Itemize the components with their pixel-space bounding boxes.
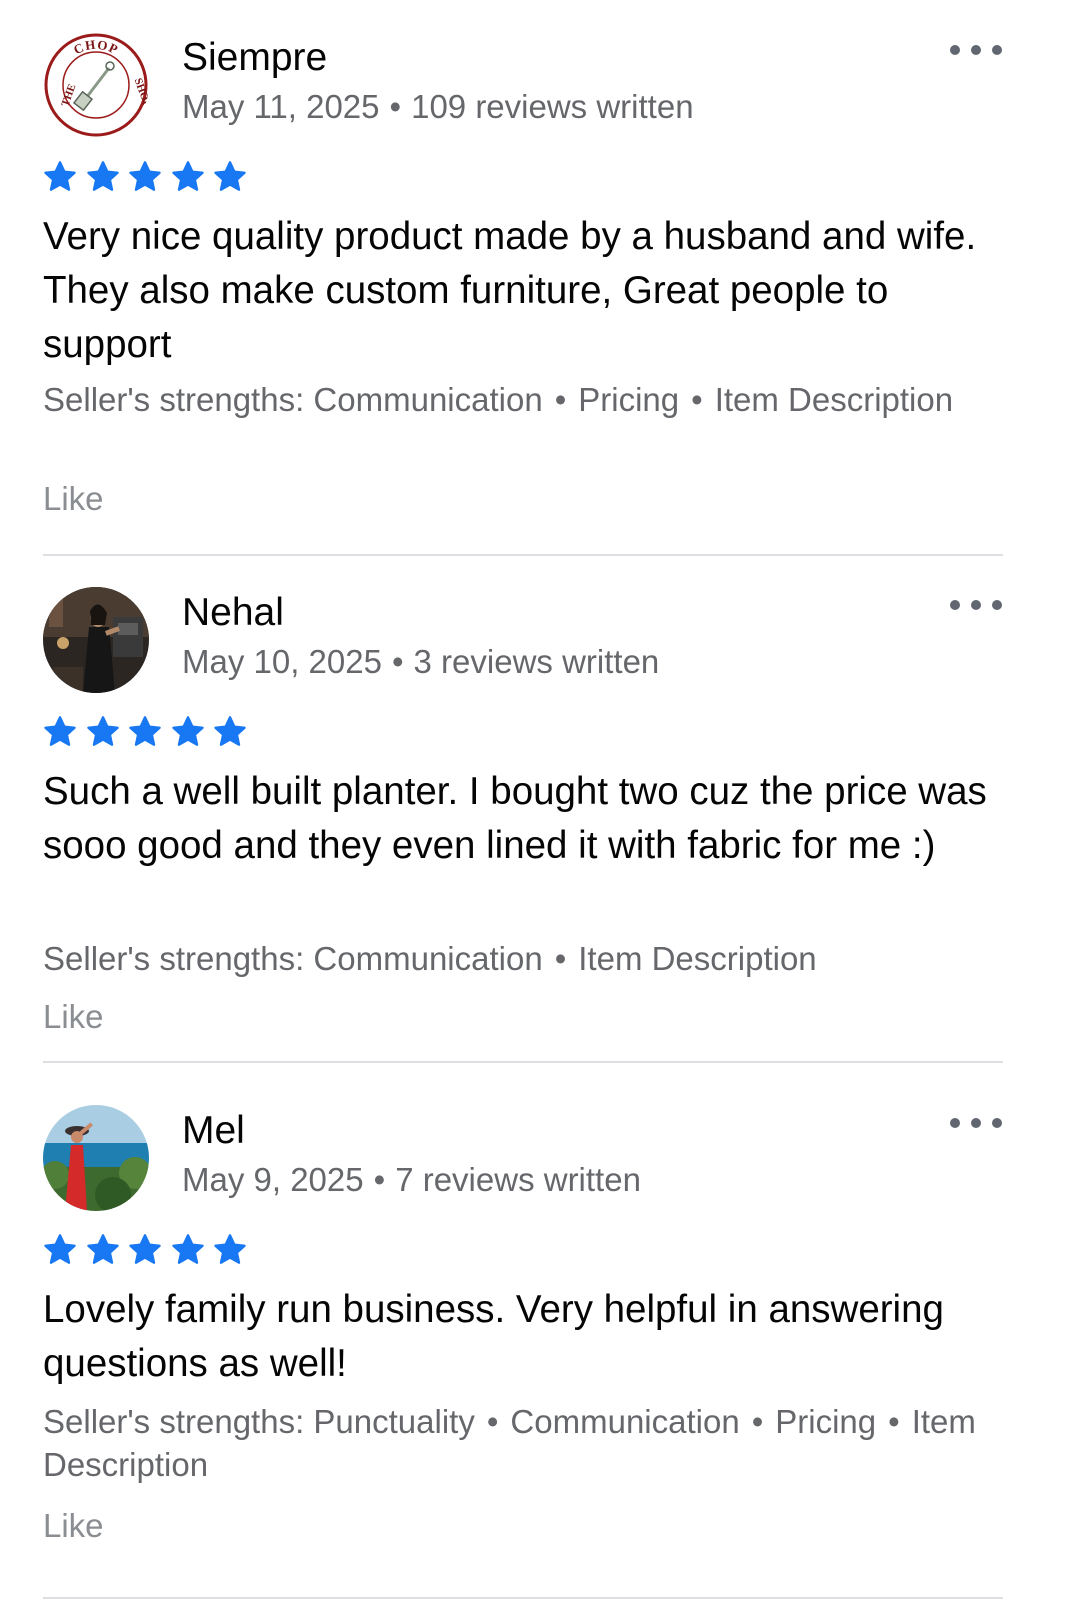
review-date: May 11, 2025 (182, 88, 380, 125)
star-icon (86, 160, 120, 194)
separator-dot: • (751, 1403, 764, 1440)
strength-item: Punctuality (313, 1403, 475, 1440)
star-icon (43, 160, 77, 194)
divider (43, 1061, 1003, 1063)
profile-photo-icon (43, 1105, 149, 1211)
star-icon (128, 715, 162, 749)
strength-item: Pricing (775, 1403, 877, 1440)
star-icon (43, 715, 77, 749)
review-text: Lovely family run business. Very helpful… (43, 1288, 944, 1385)
reviewer-name[interactable]: Siempre (182, 34, 327, 82)
review-date: May 9, 2025 (182, 1161, 364, 1198)
separator-dot: • (554, 381, 567, 418)
profile-photo-icon (43, 587, 149, 693)
like-button[interactable]: Like (43, 1505, 104, 1547)
separator-dot: • (691, 381, 703, 418)
reviews-written-count[interactable]: 7 reviews written (395, 1161, 641, 1198)
star-icon (128, 160, 162, 194)
separator-dot: • (373, 1161, 386, 1198)
star-icon (213, 1233, 247, 1267)
strength-item: Communication (313, 381, 543, 418)
seller-strengths: Seller's strengths: Communication • Item D… (43, 937, 1003, 980)
star-rating (43, 1233, 256, 1267)
star-icon (86, 715, 120, 749)
star-icon (171, 1233, 205, 1267)
star-icon (128, 1233, 162, 1267)
separator-dot: • (391, 643, 404, 680)
divider (43, 1597, 1003, 1599)
strength-item: Communication (510, 1403, 740, 1440)
star-icon (213, 160, 247, 194)
more-options-icon[interactable] (950, 1111, 1002, 1135)
more-options-icon[interactable] (950, 38, 1002, 62)
strength-item: Communication (313, 940, 543, 977)
avatar-chop-shop-logo[interactable]: CHOP THE SHOP (43, 32, 149, 138)
star-icon (171, 160, 205, 194)
review-meta: May 11, 2025 • 109 reviews written (182, 84, 694, 130)
avatar-mel[interactable] (43, 1105, 149, 1211)
star-icon (86, 1233, 120, 1267)
separator-dot: • (888, 1403, 900, 1440)
strength-item: Item Description (578, 940, 817, 977)
separator-dot: • (554, 940, 567, 977)
reviewer-name[interactable]: Nehal (182, 589, 284, 637)
review-meta: May 9, 2025 • 7 reviews written (182, 1157, 641, 1203)
like-button[interactable]: Like (43, 996, 104, 1038)
strength-item: Pricing (578, 381, 680, 418)
reviews-written-count[interactable]: 109 reviews written (411, 88, 693, 125)
strengths-label: Seller's strengths: (43, 940, 305, 977)
reviewer-name[interactable]: Mel (182, 1107, 245, 1155)
separator-dot: • (389, 88, 402, 125)
more-options-icon[interactable] (950, 593, 1002, 617)
review-text: Such a well built planter. I bought two … (43, 770, 987, 867)
star-rating (43, 160, 256, 194)
review-date: May 10, 2025 (182, 643, 382, 680)
review-meta: May 10, 2025 • 3 reviews written (182, 639, 659, 685)
star-icon (171, 715, 205, 749)
strength-item: Item Description (714, 381, 954, 418)
star-icon (213, 715, 247, 749)
star-icon (43, 1233, 77, 1267)
strengths-label: Seller's strengths: (43, 1403, 305, 1440)
seller-strengths: Seller's strengths: Communication • Pricin… (43, 378, 1003, 421)
seller-strengths: Seller's strengths: Punctuality • Communic… (43, 1400, 1003, 1486)
like-button[interactable]: Like (43, 478, 104, 520)
star-rating (43, 715, 256, 749)
reviews-written-count[interactable]: 3 reviews written (414, 643, 660, 680)
avatar-nehal[interactable] (43, 587, 149, 693)
separator-dot: • (486, 1403, 499, 1440)
chop-shop-logo-icon: CHOP THE SHOP (44, 33, 149, 137)
divider (43, 554, 1003, 556)
strengths-label: Seller's strengths: (43, 381, 305, 418)
review-text: Very nice quality product made by a husb… (43, 215, 977, 366)
